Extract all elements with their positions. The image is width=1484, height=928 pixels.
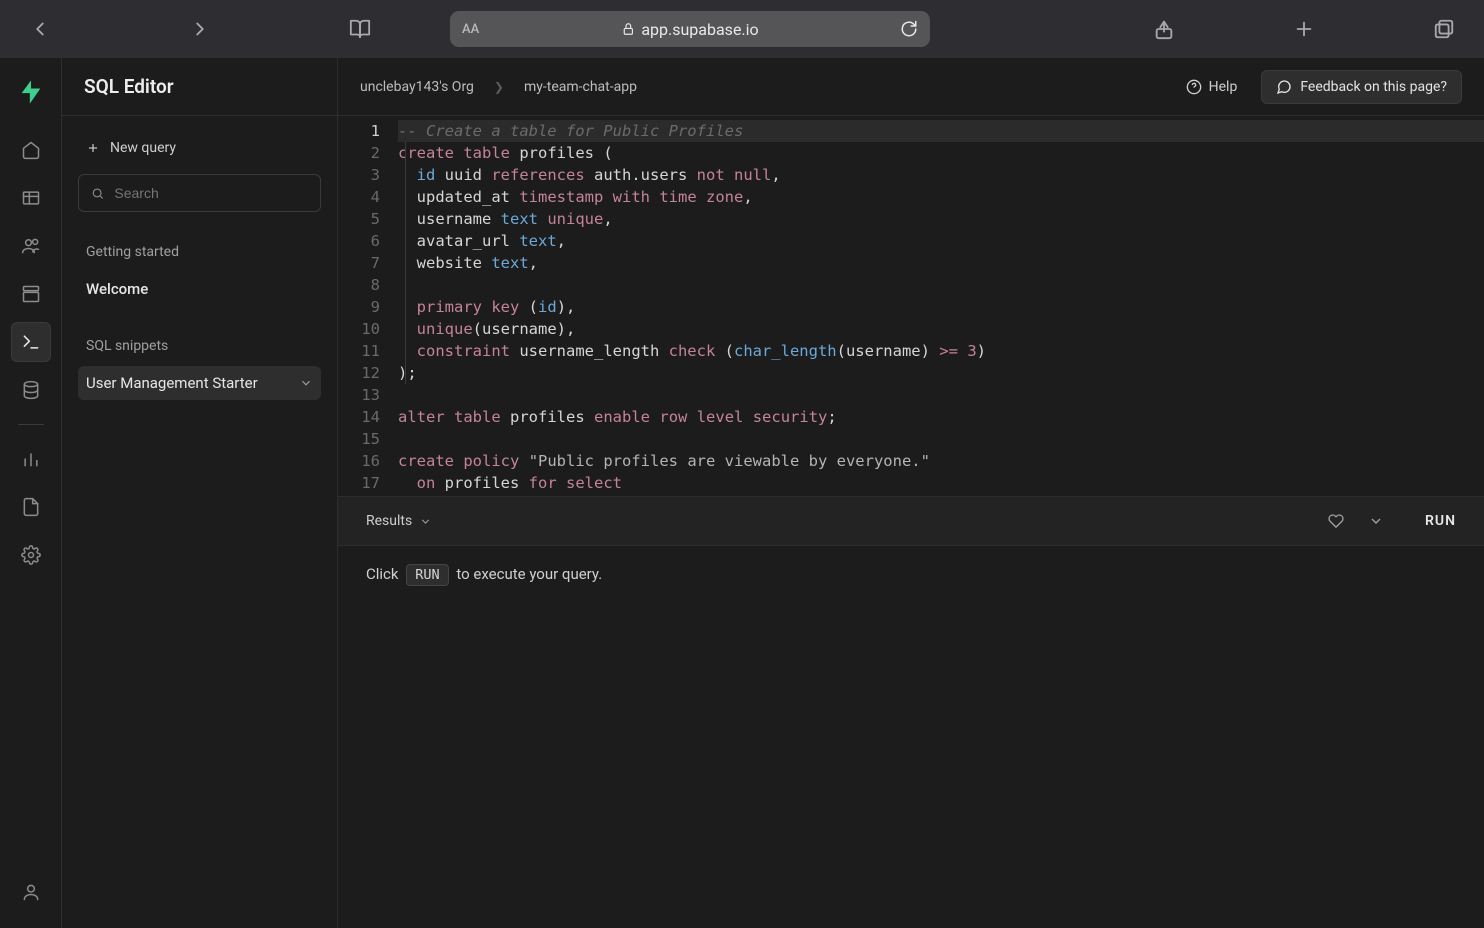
hint-pre: Click [366,565,399,583]
results-menu[interactable] [1361,513,1391,529]
hint-post: to execute your query. [456,565,602,583]
forward-button[interactable] [180,9,220,49]
run-button[interactable]: RUN [1425,513,1456,529]
nav-rail [0,58,62,928]
share-button[interactable] [1144,9,1184,49]
sidebar-header: SQL Editor [62,58,337,116]
search-input[interactable] [114,185,308,201]
heart-icon [1328,513,1344,529]
bookmarks-button[interactable] [340,9,380,49]
speech-icon [1276,79,1292,95]
crumb-org[interactable]: unclebay143's Org [360,79,474,95]
section-sql-snippets: SQL snippets [78,334,321,358]
nav-storage[interactable] [11,274,51,314]
new-query-label: New query [110,140,176,156]
feedback-label: Feedback on this page? [1300,79,1447,95]
lock-icon [621,22,635,36]
tabs-button[interactable] [1424,9,1464,49]
code-area[interactable]: -- Create a table for Public Profilescre… [394,116,1484,496]
sidebar: SQL Editor New query Getting started Wel… [62,58,338,928]
safari-toolbar: AA app.supabase.io [0,0,1484,58]
address-bar[interactable]: AA app.supabase.io [450,11,930,47]
sidebar-item-welcome[interactable]: Welcome [78,272,321,306]
chevron-right-icon: ❯ [494,80,504,94]
feedback-button[interactable]: Feedback on this page? [1261,70,1462,104]
nav-settings[interactable] [11,535,51,575]
help-icon [1186,79,1202,95]
sidebar-item-label: User Management Starter [86,374,258,392]
chevron-down-icon [419,515,432,528]
nav-auth[interactable] [11,226,51,266]
sidebar-title: SQL Editor [84,75,174,98]
results-tab[interactable]: Results [366,513,432,529]
chevron-down-icon [1368,513,1384,529]
rail-divider [18,424,44,425]
reader-mode-icon[interactable]: AA [462,22,479,37]
url-text: app.supabase.io [641,20,758,39]
nav-docs[interactable] [11,487,51,527]
code-editor[interactable]: 1234567891011121314151617 -- Create a ta… [338,116,1484,496]
favorite-button[interactable] [1321,513,1351,529]
nav-sql[interactable] [11,322,51,362]
section-getting-started: Getting started [78,240,321,264]
sidebar-item-user-management[interactable]: User Management Starter [78,366,321,400]
hint-kbd: RUN [406,564,448,586]
nav-reports[interactable] [11,439,51,479]
reload-icon[interactable] [900,20,918,38]
new-tab-button[interactable] [1284,9,1324,49]
new-query-button[interactable]: New query [78,134,321,162]
search-icon [91,186,104,201]
breadcrumb-bar: unclebay143's Org ❯ my-team-chat-app Hel… [338,58,1484,116]
help-label: Help [1209,79,1238,95]
help-link[interactable]: Help [1186,79,1238,95]
plus-icon [86,141,100,155]
back-button[interactable] [20,9,60,49]
chevron-down-icon [299,376,313,390]
results-bar: Results RUN [338,496,1484,546]
line-gutter: 1234567891011121314151617 [338,116,394,496]
supabase-logo[interactable] [17,78,45,106]
results-body: Click RUN to execute your query. [338,546,1484,928]
nav-home[interactable] [11,130,51,170]
app-root: SQL Editor New query Getting started Wel… [0,58,1484,928]
crumb-project[interactable]: my-team-chat-app [524,79,637,95]
indent-guide [405,142,406,384]
nav-account[interactable] [11,872,51,912]
results-label: Results [366,513,412,529]
nav-database[interactable] [11,370,51,410]
main: unclebay143's Org ❯ my-team-chat-app Hel… [338,58,1484,928]
nav-table[interactable] [11,178,51,218]
search-box[interactable] [78,174,321,212]
